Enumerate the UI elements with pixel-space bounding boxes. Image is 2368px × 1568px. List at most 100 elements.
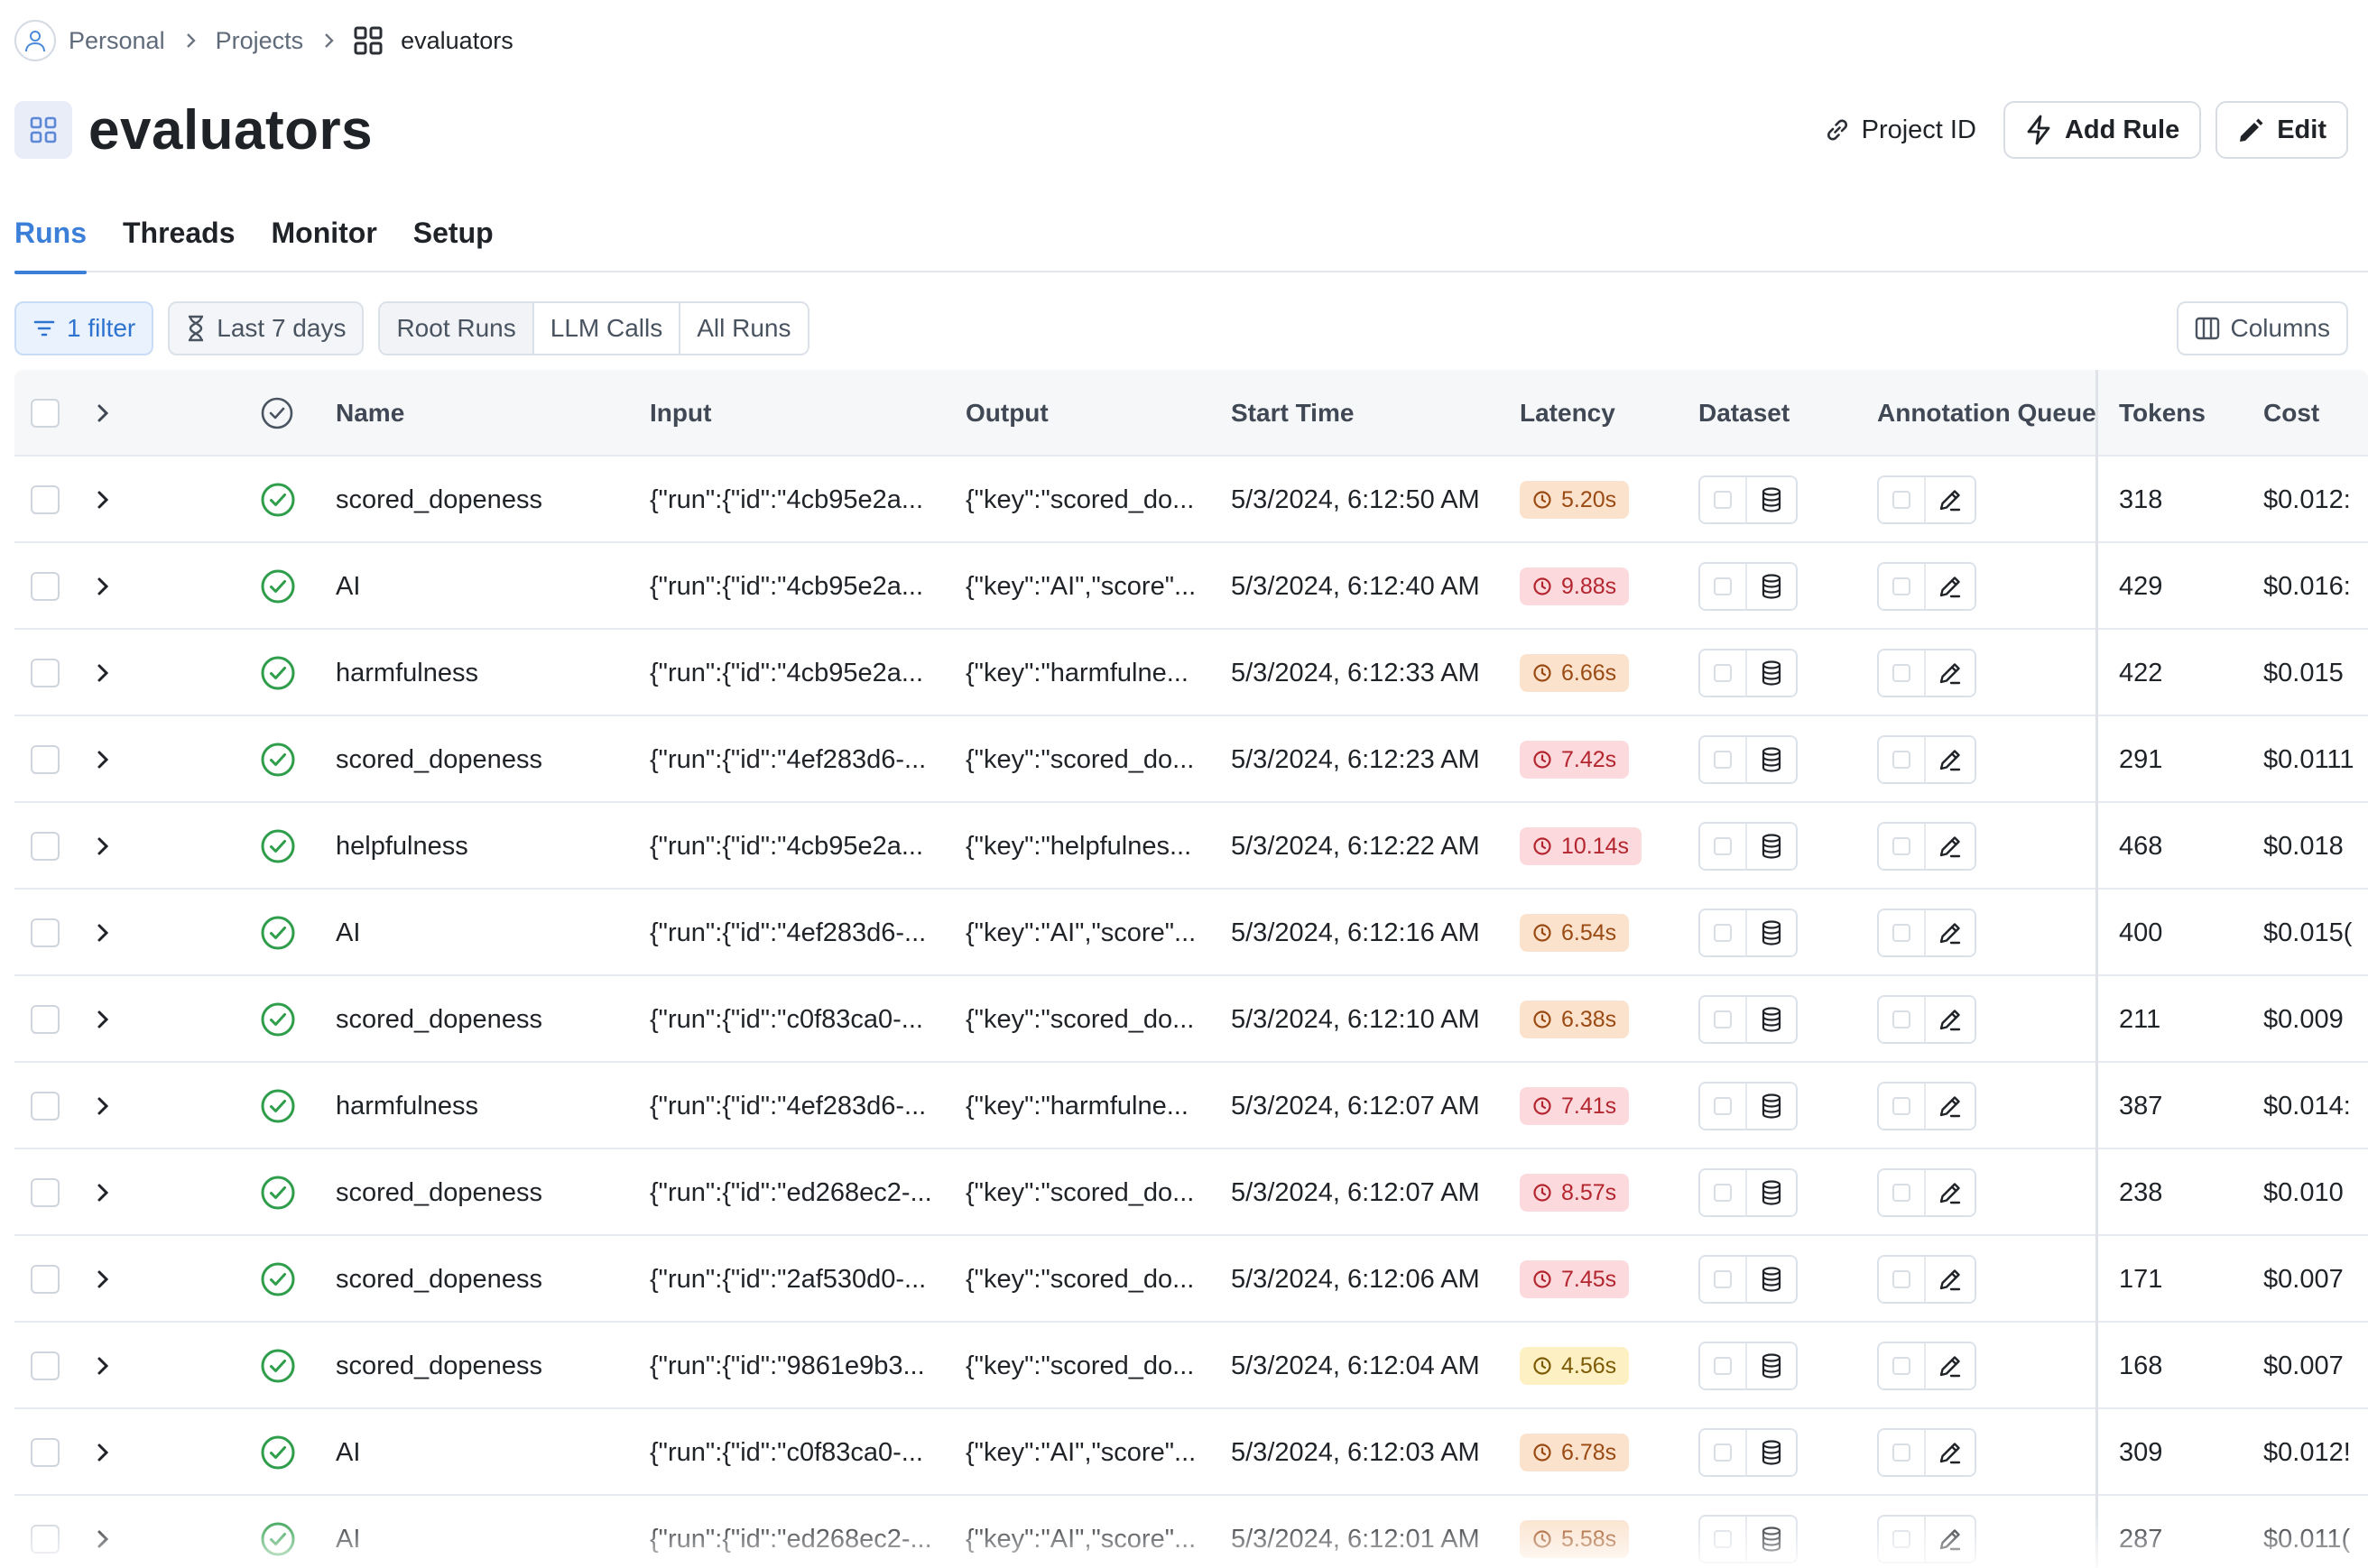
pencil-icon[interactable] (1926, 1430, 1975, 1475)
run-type-all-runs[interactable]: All Runs (680, 303, 808, 354)
add-to-queue-control[interactable] (1877, 475, 1976, 524)
queue-checkbox-part[interactable] (1879, 650, 1926, 696)
row-checkbox[interactable] (31, 1178, 60, 1207)
chevron-right-icon[interactable] (96, 1182, 110, 1204)
chevron-right-icon[interactable] (96, 1528, 110, 1550)
header-cost[interactable]: Cost (2263, 370, 2368, 457)
add-to-dataset-control[interactable] (1698, 1428, 1798, 1477)
table-row[interactable]: AI {"run":{"id":"4cb95e2a... {"key":"AI"… (14, 543, 2368, 630)
add-to-dataset-control[interactable] (1698, 1515, 1798, 1563)
queue-checkbox-part[interactable] (1879, 1343, 1926, 1388)
dataset-checkbox-part[interactable] (1700, 477, 1747, 522)
chevron-right-icon[interactable] (96, 1009, 110, 1030)
breadcrumb-item-personal[interactable]: Personal (69, 27, 165, 55)
queue-checkbox-part[interactable] (1879, 1170, 1926, 1215)
queue-checkbox-part[interactable] (1879, 824, 1926, 869)
pencil-icon[interactable] (1926, 824, 1975, 869)
add-to-queue-control[interactable] (1877, 1255, 1976, 1304)
header-input[interactable]: Input (650, 370, 957, 457)
database-icon[interactable] (1747, 1430, 1796, 1475)
user-icon[interactable] (14, 20, 56, 61)
run-name[interactable]: harmfulness (336, 1063, 643, 1149)
mini-checkbox[interactable] (1892, 1530, 1910, 1548)
add-to-queue-control[interactable] (1877, 735, 1976, 784)
mini-checkbox[interactable] (1892, 1184, 1910, 1202)
database-icon[interactable] (1747, 1170, 1796, 1215)
dataset-checkbox-part[interactable] (1700, 737, 1747, 782)
dataset-checkbox-part[interactable] (1700, 997, 1747, 1042)
mini-checkbox[interactable] (1714, 1270, 1732, 1288)
header-output[interactable]: Output (966, 370, 1236, 457)
add-to-queue-control[interactable] (1877, 1342, 1976, 1390)
table-row[interactable]: scored_dopeness {"run":{"id":"4ef283d6-.… (14, 716, 2368, 803)
row-checkbox[interactable] (31, 485, 60, 514)
add-rule-button[interactable]: Add Rule (2003, 101, 2202, 159)
run-name[interactable]: AI (336, 890, 643, 976)
row-checkbox[interactable] (31, 1265, 60, 1294)
chevron-right-icon[interactable] (96, 835, 110, 857)
database-icon[interactable] (1747, 1257, 1796, 1302)
table-row[interactable]: harmfulness {"run":{"id":"4ef283d6-... {… (14, 1063, 2368, 1149)
mini-checkbox[interactable] (1892, 751, 1910, 769)
mini-checkbox[interactable] (1892, 1010, 1910, 1028)
run-name[interactable]: scored_dopeness (336, 457, 643, 543)
add-to-dataset-control[interactable] (1698, 1168, 1798, 1217)
mini-checkbox[interactable] (1892, 577, 1910, 595)
add-to-queue-control[interactable] (1877, 909, 1976, 957)
mini-checkbox[interactable] (1714, 1530, 1732, 1548)
pencil-icon[interactable] (1926, 997, 1975, 1042)
run-name[interactable]: scored_dopeness (336, 716, 643, 803)
chevron-right-icon[interactable] (96, 922, 110, 944)
row-checkbox[interactable] (31, 918, 60, 947)
row-checkbox[interactable] (31, 1438, 60, 1467)
mini-checkbox[interactable] (1714, 837, 1732, 855)
row-checkbox[interactable] (31, 1525, 60, 1554)
run-name[interactable]: harmfulness (336, 630, 643, 716)
run-name[interactable]: AI (336, 1496, 643, 1568)
queue-checkbox-part[interactable] (1879, 1517, 1926, 1562)
database-icon[interactable] (1747, 910, 1796, 955)
dataset-checkbox-part[interactable] (1700, 1170, 1747, 1215)
add-to-dataset-control[interactable] (1698, 822, 1798, 871)
pencil-icon[interactable] (1926, 1084, 1975, 1129)
add-to-queue-control[interactable] (1877, 822, 1976, 871)
run-name[interactable]: AI (336, 543, 643, 630)
tab-runs[interactable]: Runs (14, 211, 87, 274)
chevron-right-icon[interactable] (96, 402, 110, 424)
mini-checkbox[interactable] (1714, 664, 1732, 682)
table-row[interactable]: helpfulness {"run":{"id":"4cb95e2a... {"… (14, 803, 2368, 890)
database-icon[interactable] (1747, 824, 1796, 869)
add-to-dataset-control[interactable] (1698, 995, 1798, 1044)
add-to-queue-control[interactable] (1877, 1082, 1976, 1130)
table-row[interactable]: scored_dopeness {"run":{"id":"9861e9b3..… (14, 1323, 2368, 1409)
add-to-queue-control[interactable] (1877, 1515, 1976, 1563)
mini-checkbox[interactable] (1892, 924, 1910, 942)
chevron-right-icon[interactable] (96, 1442, 110, 1463)
chevron-right-icon[interactable] (96, 1095, 110, 1117)
queue-checkbox-part[interactable] (1879, 737, 1926, 782)
row-checkbox[interactable] (31, 572, 60, 601)
mini-checkbox[interactable] (1892, 664, 1910, 682)
header-annotation-queue[interactable]: Annotation Queue (1877, 370, 2114, 457)
pencil-icon[interactable] (1926, 564, 1975, 609)
pencil-icon[interactable] (1926, 1343, 1975, 1388)
mini-checkbox[interactable] (1892, 1357, 1910, 1375)
header-dataset[interactable]: Dataset (1698, 370, 1879, 457)
table-row[interactable]: AI {"run":{"id":"ed268ec2-... {"key":"AI… (14, 1496, 2368, 1568)
add-to-dataset-control[interactable] (1698, 909, 1798, 957)
filter-button[interactable]: 1 filter (14, 301, 154, 355)
chevron-right-icon[interactable] (96, 1355, 110, 1377)
chevron-right-icon[interactable] (96, 662, 110, 684)
add-to-dataset-control[interactable] (1698, 1342, 1798, 1390)
queue-checkbox-part[interactable] (1879, 997, 1926, 1042)
dataset-checkbox-part[interactable] (1700, 1430, 1747, 1475)
add-to-queue-control[interactable] (1877, 995, 1976, 1044)
run-name[interactable]: AI (336, 1409, 643, 1496)
add-to-queue-control[interactable] (1877, 649, 1976, 697)
row-checkbox[interactable] (31, 832, 60, 861)
mini-checkbox[interactable] (1892, 1270, 1910, 1288)
row-checkbox[interactable] (31, 745, 60, 774)
run-type-llm-calls[interactable]: LLM Calls (533, 303, 681, 354)
chevron-right-icon[interactable] (96, 576, 110, 597)
select-all-checkbox[interactable] (31, 399, 60, 428)
